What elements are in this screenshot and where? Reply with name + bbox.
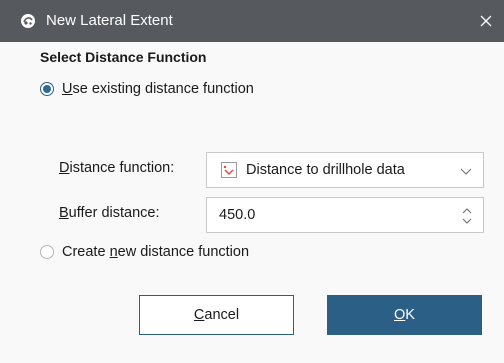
app-logo-icon xyxy=(21,14,35,28)
distance-function-value: Distance to drillhole data xyxy=(246,162,405,178)
close-button[interactable] xyxy=(468,0,504,42)
ok-button-label: OK xyxy=(394,307,415,323)
use-existing-radio[interactable]: Use existing distance function xyxy=(40,81,254,97)
window-title: New Lateral Extent xyxy=(46,12,173,29)
title-bar: New Lateral Extent xyxy=(0,0,504,42)
create-new-label: Create new distance function xyxy=(62,244,250,260)
distance-function-label: Distance function: xyxy=(59,160,175,176)
distance-function-select[interactable]: Distance to drillhole data xyxy=(206,152,484,188)
cancel-button[interactable]: Cancel xyxy=(139,295,294,335)
radio-selected-indicator xyxy=(40,82,54,96)
new-lateral-extent-dialog: New Lateral Extent Select Distance Funct… xyxy=(0,0,504,363)
section-title: Select Distance Function xyxy=(40,49,207,65)
close-icon xyxy=(480,15,492,27)
use-existing-label: Use existing distance function xyxy=(62,81,254,97)
cancel-button-label: Cancel xyxy=(193,307,240,323)
distance-function-icon xyxy=(221,162,237,178)
chevron-down-icon xyxy=(460,168,472,175)
ok-button[interactable]: OK xyxy=(327,295,482,335)
buffer-distance-input[interactable]: 450.0 xyxy=(206,197,484,233)
buffer-distance-label: Buffer distance: xyxy=(59,205,160,221)
radio-unselected-indicator xyxy=(40,245,54,259)
spin-arrows-icon[interactable] xyxy=(461,206,473,226)
buffer-distance-value: 450.0 xyxy=(219,207,256,223)
create-new-radio[interactable]: Create new distance function xyxy=(40,244,249,260)
